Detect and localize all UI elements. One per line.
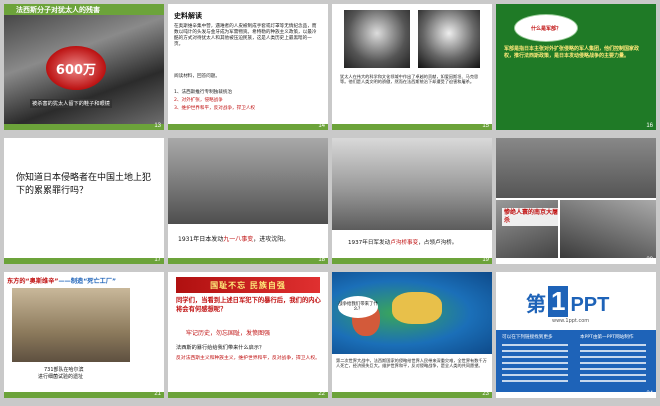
brand-logo: 第 1 PPT — [526, 286, 609, 317]
bridge-photo — [332, 138, 492, 230]
answer-item-3: 3、维护世界和平，反对战争，捍卫人权 — [174, 106, 256, 111]
portrait-einstein — [344, 10, 410, 68]
slide-question: 你知道日本侵略者在中国土地上犯下的累累罪行吗？ — [16, 173, 152, 196]
slide-number: 21 — [154, 391, 161, 397]
slide-14[interactable]: 史料解读 在奥斯维辛集中营，遇难者的人皮被制成手套或灯罩等无情纪念品，而数以吨计… — [168, 4, 328, 130]
slide-number: 24 — [646, 391, 653, 397]
slide-22[interactable]: 国耻不忘 民族自强 同学们，当看到上述日军犯下的暴行后，我们的内心将会有何感想呢… — [168, 272, 328, 398]
slide-19[interactable]: 1937年日军发动卢沟桥事变，占领卢沟桥。 19 — [332, 138, 492, 264]
promo-text-2: 本PPT由第一PPT网站制作 — [580, 335, 634, 340]
answer-item-1: 1、法西斯推行专制独裁统治 — [174, 90, 233, 95]
biography-text: 犹太人在伟大的科学和文化领域中作出了卓越的贡献，如爱因斯坦、马克思等。他们是人类… — [340, 74, 479, 85]
slogan-banner: 国耻不忘 民族自强 — [176, 277, 320, 293]
follow-up-question: 法西斯的暴行给给我们带来什么启示？ — [176, 345, 265, 351]
slide-23[interactable]: 战争给我们带来了什么？ 第二次世界大战中，法西斯国家的侵略给世界人民带来深重灾难… — [332, 272, 492, 398]
promo-text-1: 可以在下列链接找到更多 — [502, 335, 553, 340]
slide-13[interactable]: 法西斯分子对犹太人的残害 600万 被杀害的犹太人留下的鞋子和眼镜 13 — [4, 4, 164, 130]
title-part-b: ——制造“死亡工厂” — [58, 278, 117, 285]
definition-text: 军部是指日本主张对外扩张侵略的军人集团，他们控制国家政权，推行法西斯政策，是日本… — [504, 46, 640, 59]
slide-number: 15 — [482, 123, 489, 129]
photo-caption-2: 进行细菌试验的遗址 — [38, 374, 84, 380]
slide-footer-bar — [332, 124, 492, 130]
caption-highlight: 卢沟桥事变 — [390, 240, 419, 246]
speech-bubble-text: 战争给我们带来了什么？ — [338, 301, 378, 312]
continent-shape — [392, 292, 442, 324]
source-paragraph: 在奥斯维辛集中营，遇难者的人皮被制成手套或灯罩等无情纪念品，而数以吨计的头发与金… — [174, 24, 317, 47]
slide-16[interactable]: 什么是军部？ 军部是指日本主张对外扩张侵略的军人集团，他们控制国家政权，推行法西… — [496, 4, 656, 130]
slide-18[interactable]: 1931年日本发动九一八事变，进攻沈阳。 18 — [168, 138, 328, 264]
photo-caption: 被杀害的犹太人留下的鞋子和眼镜 — [30, 99, 112, 108]
slide-number: 22 — [318, 391, 325, 397]
site-url[interactable]: www.1ppt.com — [552, 318, 589, 324]
slide-number: 19 — [482, 257, 489, 263]
slide-footer-bar — [168, 392, 328, 398]
question-text: 阅读材料，回答问题。 — [174, 74, 220, 79]
count-badge-text: 600万 — [55, 62, 97, 78]
slide-number: 14 — [318, 123, 325, 129]
caption-pre: 1937年日军发动 — [348, 240, 391, 246]
slide-number: 20 — [646, 257, 653, 263]
slide-15[interactable]: 犹太人在伟大的科学和文化领域中作出了卓越的贡献，如爱因斯坦、马克思等。他们是人类… — [332, 4, 492, 130]
slide-footer-bar — [168, 124, 328, 130]
caption-highlight: 九一八事变 — [223, 236, 254, 243]
logo-text: PPT — [570, 294, 610, 316]
answer-text: 反对法西斯主义和种族主义，维护世界和平，反对战争，捍卫人权。 — [176, 356, 320, 361]
slide-footer-bar — [4, 392, 164, 398]
slide-footer-bar — [332, 258, 492, 264]
slide-title: 史料解读 — [174, 12, 202, 20]
link-list-left[interactable] — [502, 344, 568, 384]
slide-number: 13 — [154, 123, 161, 129]
link-list-right[interactable] — [580, 344, 646, 384]
slide-footer-bar — [332, 392, 492, 398]
speech-bubble: 什么是军部？ — [514, 14, 578, 42]
logo-char: 第 — [526, 294, 546, 316]
slide-24[interactable]: 第 1 PPT www.1ppt.com 可以在下列链接找到更多 本PPT由第一… — [496, 272, 656, 398]
slide-label: 惨绝人寰的南京大屠杀 — [502, 208, 560, 226]
slide-footer-bar — [168, 258, 328, 264]
slide-footer-bar — [4, 124, 164, 130]
promo-panel: 可以在下列链接找到更多 本PPT由第一PPT网站制作 — [496, 330, 656, 392]
slide-17[interactable]: 你知道日本侵略者在中国土地上犯下的累累罪行吗？ 17 — [4, 138, 164, 264]
casualty-text: 第二次世界大战中，法西斯国家的侵略给世界人民带来深重灾难，全世界有数千万人死亡，… — [336, 358, 487, 369]
portrait-marx — [418, 10, 480, 68]
slide-number: 18 — [318, 257, 325, 263]
photo-caption: 1937年日军发动卢沟桥事变，占领卢沟桥。 — [348, 238, 457, 246]
discussion-question: 同学们，当看到上述日军犯下的暴行后，我们的内心将会有何感想呢？ — [176, 297, 321, 313]
caption-post: ，进攻沈阳。 — [253, 236, 290, 243]
slide-header-text: 法西斯分子对犹太人的残害 — [16, 6, 100, 14]
slogan-text: 牢记历史，勿忘国耻，发愤图强 — [186, 330, 271, 337]
slide-number: 23 — [482, 391, 489, 397]
slide-21[interactable]: 东方的“奥斯维辛”——制造“死亡工厂” 731部队在哈尔滨 进行细菌试验的遗址 … — [4, 272, 164, 398]
photo-caption: 1931年日本发动九一八事变，进攻沈阳。 — [178, 234, 289, 243]
count-badge: 600万 — [46, 46, 106, 90]
answer-item-2: 2、对外扩张，侵略战争 — [174, 98, 223, 103]
logo-number: 1 — [548, 286, 569, 317]
slogan-banner-text: 国耻不忘 民族自强 — [210, 280, 286, 290]
caption-pre: 1931年日本发动 — [178, 236, 224, 243]
slide-20[interactable]: 惨绝人寰的南京大屠杀 20 — [496, 138, 656, 264]
slide-number: 17 — [154, 257, 161, 263]
speech-bubble-text: 什么是军部？ — [530, 25, 561, 32]
massacre-photo-top — [496, 138, 656, 198]
slide-footer-bar — [4, 258, 164, 264]
ruins-photo — [12, 288, 130, 362]
photo-caption-1: 731部队在哈尔滨 — [44, 367, 84, 373]
speech-bubble: 战争给我们带来了什么？ — [338, 296, 378, 318]
slide-number: 16 — [646, 123, 653, 129]
massacre-photo-right — [560, 200, 656, 258]
slide-title: 东方的“奥斯维辛”——制造“死亡工厂” — [7, 276, 116, 285]
troops-photo — [168, 138, 328, 224]
caption-post: ，占领卢沟桥。 — [418, 240, 458, 246]
title-part-a: 东方的“奥斯维辛” — [7, 278, 59, 285]
